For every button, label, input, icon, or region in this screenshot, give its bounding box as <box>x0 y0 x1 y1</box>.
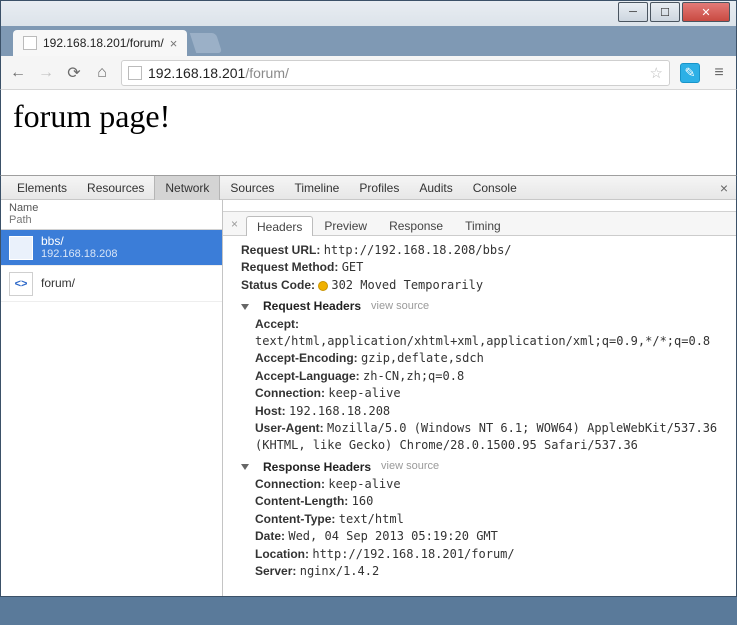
res-location: http://192.168.18.201/forum/ <box>312 547 514 561</box>
section-request-headers: Request Headers <box>263 298 361 315</box>
page-heading: forum page! <box>1 90 736 143</box>
view-source-link[interactable]: view source <box>371 299 429 315</box>
res-connection: keep-alive <box>328 477 400 491</box>
tab-audits[interactable]: Audits <box>409 176 462 200</box>
req-accept-encoding: gzip,deflate,sdch <box>361 351 484 365</box>
request-host: 192.168.18.208 <box>41 248 117 260</box>
menu-button[interactable]: ≡ <box>710 64 728 82</box>
subtab-preview[interactable]: Preview <box>313 215 378 235</box>
tab-close-icon[interactable]: × <box>170 36 178 51</box>
tab-title: 192.168.18.201/forum/ <box>43 36 164 50</box>
request-row[interactable]: <> forum/ <box>1 266 222 302</box>
network-request-list: Name Path bbs/ 192.168.18.208 <> forum/ <box>1 200 223 596</box>
browser-tab[interactable]: 192.168.18.201/forum/ × <box>13 30 187 56</box>
res-content-length: 160 <box>352 494 374 508</box>
window-maximize-button[interactable]: ☐ <box>650 2 680 22</box>
devtools-close-icon[interactable]: × <box>720 180 728 196</box>
headers-content: Request URL: http://192.168.18.208/bbs/ … <box>223 236 736 596</box>
window-close-button[interactable]: ✕ <box>682 2 730 22</box>
forward-button[interactable]: → <box>37 64 55 82</box>
browser-toolbar: ← → ⟳ ⌂ 192.168.18.201/forum/ ☆ ✎ ≡ <box>0 56 737 90</box>
new-tab-button[interactable] <box>190 33 222 53</box>
col-name: Name <box>9 202 214 214</box>
res-content-type: text/html <box>339 512 404 526</box>
html-icon: <> <box>9 272 33 296</box>
reload-button[interactable]: ⟳ <box>65 63 83 83</box>
home-button[interactable]: ⌂ <box>93 64 111 82</box>
res-date: Wed, 04 Sep 2013 05:19:20 GMT <box>288 529 498 543</box>
extension-button[interactable]: ✎ <box>680 63 700 83</box>
request-name: forum/ <box>41 277 75 290</box>
req-accept-language: zh-CN,zh;q=0.8 <box>363 369 464 383</box>
detail-subtabs: × Headers Preview Response Timing <box>223 212 736 236</box>
view-source-link[interactable]: view source <box>381 459 439 475</box>
res-server: nginx/1.4.2 <box>300 564 379 578</box>
label-request-method: Request Method: <box>241 260 338 274</box>
section-response-headers: Response Headers <box>263 459 371 476</box>
request-list-header: Name Path <box>1 200 222 230</box>
tab-sources[interactable]: Sources <box>220 176 284 200</box>
close-detail-icon[interactable]: × <box>231 217 242 231</box>
disclosure-triangle-icon[interactable] <box>241 304 249 310</box>
url-host: 192.168.18.201 <box>148 65 245 81</box>
tab-profiles[interactable]: Profiles <box>349 176 409 200</box>
request-row[interactable]: bbs/ 192.168.18.208 <box>1 230 222 266</box>
req-host: 192.168.18.208 <box>289 404 390 418</box>
req-accept: text/html,application/xhtml+xml,applicat… <box>255 334 710 348</box>
page-content: forum page! <box>0 90 737 175</box>
label-status-code: Status Code: <box>241 278 315 292</box>
value-status-code: 302 Moved Temporarily <box>331 278 483 292</box>
request-name: bbs/ <box>41 235 117 248</box>
status-dot-icon <box>318 281 328 291</box>
subtab-response[interactable]: Response <box>378 215 454 235</box>
tab-network[interactable]: Network <box>154 176 220 200</box>
document-icon <box>9 236 33 260</box>
window-titlebar: ─ ☐ ✕ <box>0 0 737 26</box>
window-minimize-button[interactable]: ─ <box>618 2 648 22</box>
url-path: /forum/ <box>245 65 289 81</box>
tab-timeline[interactable]: Timeline <box>284 176 349 200</box>
req-connection: keep-alive <box>328 386 400 400</box>
back-button[interactable]: ← <box>9 64 27 82</box>
subtab-timing[interactable]: Timing <box>454 215 512 235</box>
bookmark-star-icon[interactable]: ☆ <box>650 64 663 82</box>
col-path: Path <box>9 214 214 226</box>
address-bar[interactable]: 192.168.18.201/forum/ ☆ <box>121 60 670 86</box>
subtab-headers[interactable]: Headers <box>246 216 313 236</box>
page-icon <box>128 66 142 80</box>
tab-resources[interactable]: Resources <box>77 176 154 200</box>
devtools-tabbar: Elements Resources Network Sources Timel… <box>1 176 736 200</box>
page-icon <box>23 36 37 50</box>
browser-tabstrip: 192.168.18.201/forum/ × <box>0 26 737 56</box>
value-request-method: GET <box>342 260 364 274</box>
devtools-panel: Elements Resources Network Sources Timel… <box>0 175 737 597</box>
value-request-url: http://192.168.18.208/bbs/ <box>324 243 512 257</box>
req-user-agent: Mozilla/5.0 (Windows NT 6.1; WOW64) Appl… <box>255 421 717 452</box>
network-detail-pane: × Headers Preview Response Timing Reques… <box>223 200 736 596</box>
tab-elements[interactable]: Elements <box>7 176 77 200</box>
disclosure-triangle-icon[interactable] <box>241 464 249 470</box>
label-request-url: Request URL: <box>241 243 320 257</box>
tab-console[interactable]: Console <box>463 176 527 200</box>
